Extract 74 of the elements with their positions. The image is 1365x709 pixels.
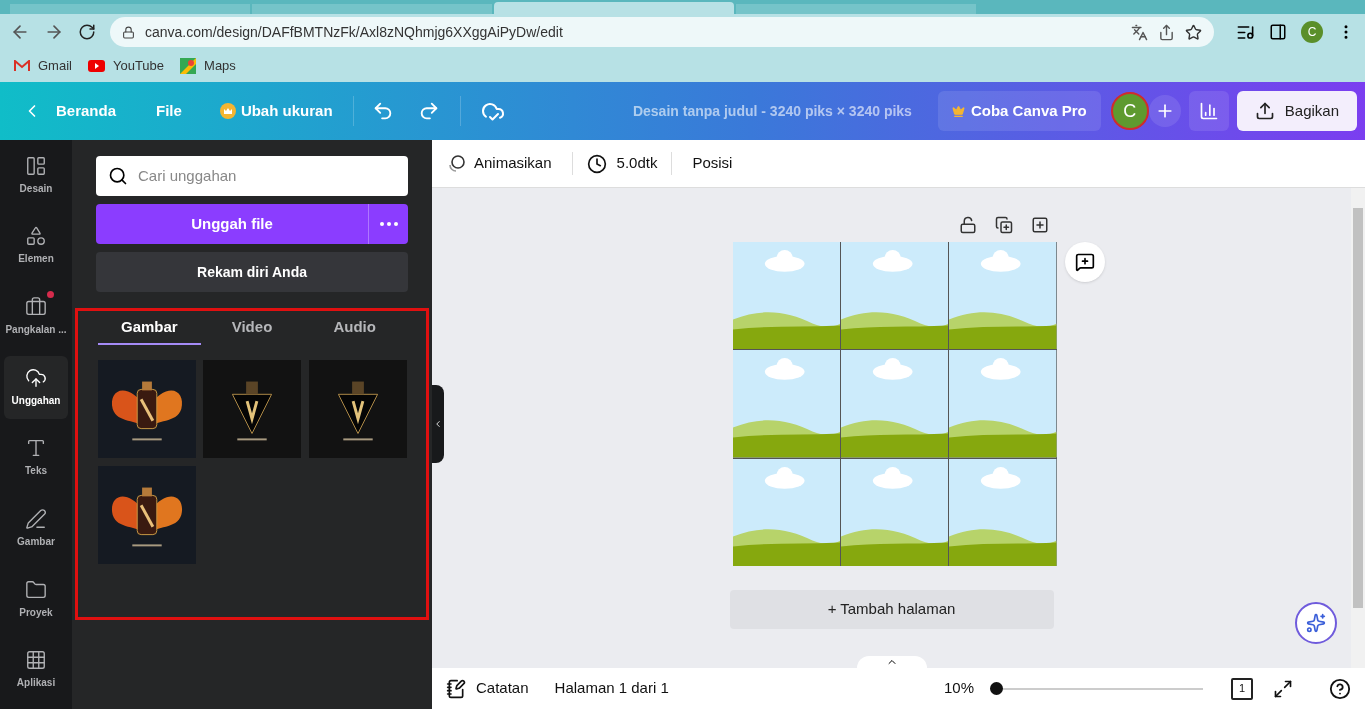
- search-icon: [108, 166, 128, 186]
- record-button[interactable]: Rekam diri Anda: [96, 252, 408, 292]
- folder-icon: [25, 578, 47, 601]
- cloud-upload-icon: [25, 366, 47, 389]
- share-icon[interactable]: [1158, 23, 1175, 41]
- zoom-value: 10%: [943, 678, 974, 699]
- search-input[interactable]: Cari unggahan: [138, 164, 396, 188]
- layout-icon: [25, 154, 47, 177]
- media-tab[interactable]: Audio: [303, 311, 406, 345]
- crown-icon: [951, 104, 965, 118]
- comment-button[interactable]: [1064, 242, 1105, 282]
- design-page[interactable]: [732, 242, 1057, 566]
- mail-icon: [14, 60, 30, 72]
- animate-button[interactable]: Animasikan: [446, 152, 573, 175]
- side-panel-icon[interactable]: [1269, 23, 1287, 41]
- unlock-icon[interactable]: [958, 216, 977, 234]
- sidebar-item[interactable]: Gambar: [4, 497, 68, 560]
- sparkles-icon: [1306, 613, 1326, 633]
- sidebar-item[interactable]: Proyek: [4, 567, 68, 631]
- shapes-icon: [25, 225, 47, 248]
- sidebar-item[interactable]: Pangkalan ...: [4, 285, 68, 348]
- address-bar[interactable]: canva.com/design/DAFfBMTNzFk/Axl8zNQhmjg6XXggAiPyDw/edit: [110, 17, 1214, 47]
- add-page-button[interactable]: + Tambah halaman: [729, 590, 1054, 629]
- page-count-button[interactable]: 1: [1231, 677, 1253, 700]
- more-options-button[interactable]: [368, 204, 408, 244]
- zoom-slider[interactable]: [990, 681, 1203, 696]
- media-tab[interactable]: Gambar: [98, 311, 201, 345]
- notes-icon: [446, 678, 466, 699]
- help-icon[interactable]: [1329, 677, 1351, 700]
- slider-thumb[interactable]: [990, 681, 1003, 695]
- bookmark-star-icon[interactable]: [1185, 23, 1202, 41]
- duration-button[interactable]: 5.0dtk: [572, 152, 673, 175]
- comment-icon: [1074, 252, 1095, 272]
- search-field[interactable]: Cari unggahan: [96, 156, 408, 196]
- show-pages-handle[interactable]: [856, 656, 927, 668]
- grid-icon: [25, 649, 47, 672]
- share-button[interactable]: Bagikan: [1236, 91, 1357, 131]
- reload-icon[interactable]: [78, 23, 96, 41]
- chevron-left-icon: [433, 419, 443, 429]
- map-icon: [180, 58, 197, 74]
- sidebar-item[interactable]: Elemen: [4, 214, 68, 278]
- media-tab[interactable]: Video: [200, 311, 304, 345]
- translate-icon[interactable]: [1131, 23, 1148, 41]
- scrollbar[interactable]: [1351, 188, 1365, 668]
- bar-chart-icon: [1198, 101, 1219, 121]
- more-icon: [379, 222, 398, 226]
- animation-icon: [446, 153, 466, 174]
- bookmark-link[interactable]: Gmail: [14, 56, 72, 76]
- share-icon: [1254, 101, 1275, 121]
- try-pro-button[interactable]: Coba Canva Pro: [937, 91, 1101, 131]
- clock-icon: [586, 153, 607, 174]
- add-person-button[interactable]: [1148, 95, 1181, 127]
- collapse-handle[interactable]: [432, 385, 444, 463]
- upload-file-button[interactable]: Unggah file: [96, 204, 368, 244]
- page-indicator: Halaman 1 dari 1: [554, 678, 669, 699]
- profile-avatar[interactable]: C: [1301, 21, 1323, 43]
- sidebar-item[interactable]: Aplikasi: [4, 638, 68, 701]
- url-text: canva.com/design/DAFfBMTNzFk/Axl8zNQhmjg6XXggAiPyDw/edit: [145, 22, 564, 42]
- sidebar-item[interactable]: Unggahan: [4, 355, 68, 419]
- fullscreen-icon[interactable]: [1273, 678, 1293, 699]
- position-button[interactable]: Posisi: [672, 152, 753, 175]
- insights-button[interactable]: [1188, 91, 1229, 131]
- notes-button[interactable]: Catatan: [446, 677, 529, 700]
- pen-icon: [25, 507, 47, 530]
- sidebar-item[interactable]: Desain: [4, 144, 68, 207]
- bookmark-link[interactable]: Maps: [180, 56, 236, 76]
- bookmark-link[interactable]: YouTube: [87, 56, 165, 76]
- sidebar-item[interactable]: Teks: [4, 426, 68, 490]
- add-page-icon[interactable]: [1030, 216, 1049, 234]
- duplicate-icon[interactable]: [994, 216, 1013, 234]
- play-icon: [87, 60, 105, 72]
- crown-icon: [219, 103, 236, 119]
- lock-icon: [122, 25, 135, 39]
- magic-button[interactable]: [1295, 602, 1337, 644]
